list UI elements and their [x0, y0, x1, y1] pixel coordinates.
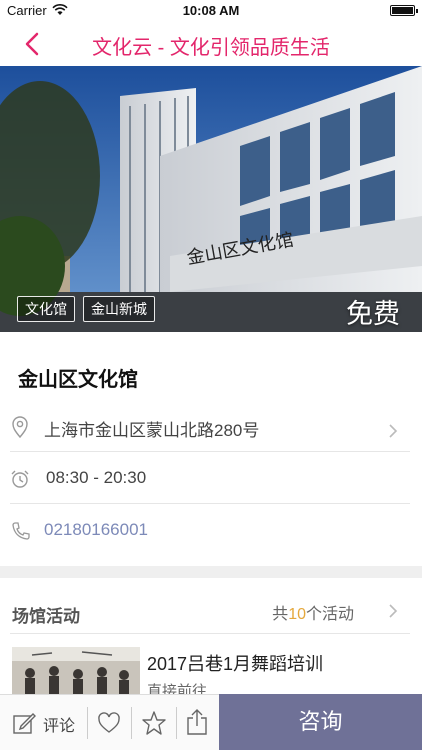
category-tag: 文化馆 [17, 296, 75, 322]
hero-image: 金山区文化馆 文化馆 金山新城 免费 [0, 66, 422, 332]
status-bar: Carrier 10:08 AM [0, 0, 422, 22]
comment-button[interactable]: 评论 [43, 712, 75, 736]
battery-icon [390, 5, 418, 16]
section-title: 场馆活动 [12, 607, 80, 626]
phone-icon [12, 522, 30, 540]
page-title: 文化云 - 文化引领品质生活 [92, 37, 330, 59]
address-row[interactable]: 上海市金山区蒙山北路280号 [10, 400, 410, 452]
alarm-clock-icon [11, 470, 29, 488]
count-suffix: 个活动 [305, 606, 354, 623]
venue-name: 金山区文化馆 [18, 369, 138, 391]
toolbar-divider [87, 707, 88, 739]
area-tag: 金山新城 [83, 296, 155, 322]
price-label: 免费 [346, 299, 400, 329]
share-icon[interactable] [186, 708, 208, 736]
section-divider [0, 566, 422, 578]
count-number: 10 [288, 606, 306, 623]
chevron-right-icon [389, 424, 398, 438]
phone-number[interactable]: 02180166001 [44, 520, 148, 540]
count-prefix: 共 [272, 606, 289, 623]
opening-hours: 08:30 - 20:30 [46, 468, 147, 487]
location-pin-icon [12, 416, 28, 438]
consult-button[interactable]: 咨询 [219, 694, 422, 750]
address-text: 上海市金山区蒙山北路280号 [44, 421, 260, 440]
toolbar-divider [131, 707, 132, 739]
activity-count: 共10个活动 [272, 600, 354, 624]
clock: 10:08 AM [182, 3, 240, 18]
toolbar-divider [176, 707, 177, 739]
navigation-bar: 文化云 - 文化引领品质生活 [0, 22, 422, 66]
venue-activities-header[interactable]: 场馆活动 共10个活动 [10, 578, 410, 634]
edit-comment-icon[interactable] [12, 711, 36, 735]
heart-icon[interactable] [97, 712, 121, 734]
star-icon[interactable] [141, 710, 167, 736]
phone-row[interactable]: 02180166001 [10, 504, 410, 556]
activity-thumbnail[interactable] [12, 647, 140, 699]
chevron-right-icon [389, 604, 398, 618]
hours-row: 08:30 - 20:30 [10, 452, 410, 504]
activity-title[interactable]: 2017吕巷1月舞蹈培训 [147, 650, 323, 676]
